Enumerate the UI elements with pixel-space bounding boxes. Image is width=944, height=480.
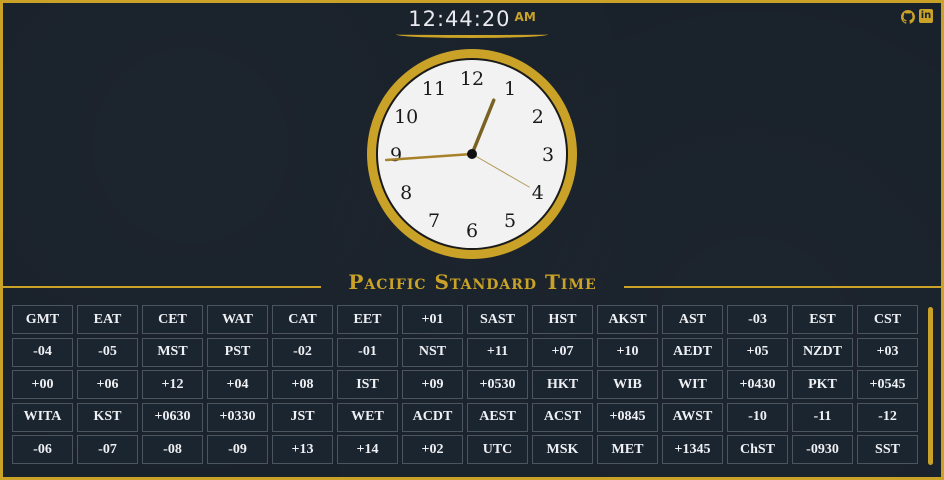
timezone-button[interactable]: CET: [142, 305, 203, 334]
timezone-button[interactable]: GMT: [12, 305, 73, 334]
timezone-button[interactable]: ACST: [532, 402, 593, 432]
timezone-button[interactable]: MST: [142, 337, 203, 367]
timezone-button[interactable]: EET: [337, 305, 398, 334]
timezone-button[interactable]: -07: [77, 435, 138, 464]
clock-numeral: 4: [532, 182, 544, 204]
timezone-button[interactable]: +14: [337, 435, 398, 464]
timezone-button[interactable]: +06: [77, 370, 138, 399]
timezone-button[interactable]: -01: [337, 337, 398, 367]
digital-ampm: AM: [514, 10, 536, 24]
timezone-button[interactable]: +11: [467, 337, 528, 367]
divider-right: [624, 286, 941, 288]
timezone-button[interactable]: HKT: [532, 370, 593, 399]
timezone-button[interactable]: IST: [337, 370, 398, 399]
timezone-button[interactable]: NST: [402, 337, 463, 367]
timezone-button[interactable]: +0530: [467, 370, 528, 399]
clock-numeral: 9: [390, 144, 402, 166]
linkedin-icon: in: [919, 9, 933, 23]
clock-numeral: 3: [542, 144, 554, 166]
timezone-button[interactable]: +0330: [207, 402, 268, 432]
clock-numeral: 2: [532, 106, 544, 128]
clock-numeral: 8: [400, 182, 412, 204]
grid-scrollbar[interactable]: [928, 307, 933, 465]
analog-clock: 12 12 3 45 6 78 9 1011: [367, 49, 577, 259]
timezone-name: Pacific Standard Time: [348, 270, 597, 294]
clock-numeral: 6: [466, 220, 478, 242]
timezone-button[interactable]: +12: [142, 370, 203, 399]
timezone-button[interactable]: +02: [402, 435, 463, 464]
clock-numeral: 5: [504, 210, 516, 232]
clock-numeral: 10: [394, 106, 418, 128]
timezone-button[interactable]: CST: [857, 305, 918, 334]
timezone-button[interactable]: +0630: [142, 402, 203, 432]
timezone-button[interactable]: +10: [597, 337, 658, 367]
timezone-button[interactable]: +03: [857, 337, 918, 367]
timezone-button[interactable]: +0430: [727, 370, 788, 399]
github-icon: [901, 10, 916, 24]
timezone-button[interactable]: MSK: [532, 435, 593, 464]
timezone-button[interactable]: ACDT: [402, 402, 463, 432]
digital-underline: [396, 31, 548, 38]
digital-clock: 12:44:20 AM: [396, 2, 548, 38]
linkedin-link[interactable]: in: [919, 9, 933, 23]
timezone-button[interactable]: +0845: [597, 402, 658, 432]
timezone-button[interactable]: AKST: [597, 305, 658, 334]
timezone-button[interactable]: -06: [12, 435, 73, 464]
timezone-button[interactable]: WIB: [597, 370, 658, 399]
timezone-button[interactable]: -05: [77, 337, 138, 367]
timezone-button[interactable]: +04: [207, 370, 268, 399]
timezone-button[interactable]: -09: [207, 435, 268, 464]
timezone-button[interactable]: AST: [662, 305, 723, 334]
clock-center-pin: [467, 149, 477, 159]
divider-left: [3, 286, 321, 288]
timezone-grid: GMT EAT CET WAT CAT EET +01 SAST HST AKST AST -03 ES…: [12, 305, 918, 464]
github-link[interactable]: [901, 9, 916, 28]
timezone-button[interactable]: WAT: [207, 305, 268, 334]
timezone-button[interactable]: +05: [727, 337, 788, 367]
clock-numeral: 1: [504, 78, 516, 100]
timezone-button[interactable]: AEST: [467, 402, 528, 432]
timezone-button[interactable]: SST: [857, 435, 918, 464]
clock-numeral: 11: [422, 78, 446, 100]
timezone-button[interactable]: +00: [12, 370, 73, 399]
timezone-button[interactable]: AWST: [662, 402, 723, 432]
timezone-button[interactable]: NZDT: [792, 337, 853, 367]
timezone-button[interactable]: PST: [207, 337, 268, 367]
timezone-button[interactable]: KST: [77, 402, 138, 432]
timezone-button[interactable]: +01: [402, 305, 463, 334]
timezone-button[interactable]: +08: [272, 370, 333, 399]
timezone-button[interactable]: JST: [272, 402, 333, 432]
clock-numeral: 7: [428, 210, 440, 232]
timezone-button[interactable]: -11: [792, 402, 853, 432]
timezone-button[interactable]: WITA: [12, 402, 73, 432]
timezone-button[interactable]: PKT: [792, 370, 853, 399]
timezone-button[interactable]: -12: [857, 402, 918, 432]
timezone-button[interactable]: -04: [12, 337, 73, 367]
timezone-button[interactable]: -0930: [792, 435, 853, 464]
timezone-button[interactable]: HST: [532, 305, 593, 334]
timezone-button[interactable]: -02: [272, 337, 333, 367]
timezone-button[interactable]: UTC: [467, 435, 528, 464]
timezone-button[interactable]: EST: [792, 305, 853, 334]
timezone-button[interactable]: -03: [727, 305, 788, 334]
timezone-button[interactable]: +0545: [857, 370, 918, 399]
timezone-button[interactable]: WET: [337, 402, 398, 432]
timezone-button[interactable]: WIT: [662, 370, 723, 399]
timezone-button[interactable]: -10: [727, 402, 788, 432]
timezone-button[interactable]: +09: [402, 370, 463, 399]
timezone-button[interactable]: CAT: [272, 305, 333, 334]
clock-numeral: 12: [460, 68, 484, 90]
timezone-button[interactable]: -08: [142, 435, 203, 464]
timezone-button[interactable]: +1345: [662, 435, 723, 464]
timezone-button[interactable]: MET: [597, 435, 658, 464]
timezone-button[interactable]: ChST: [727, 435, 788, 464]
digital-time: 12:44:20: [408, 7, 511, 31]
timezone-button[interactable]: EAT: [77, 305, 138, 334]
timezone-button[interactable]: +07: [532, 337, 593, 367]
timezone-button[interactable]: +13: [272, 435, 333, 464]
timezone-button[interactable]: AEDT: [662, 337, 723, 367]
timezone-button[interactable]: SAST: [467, 305, 528, 334]
